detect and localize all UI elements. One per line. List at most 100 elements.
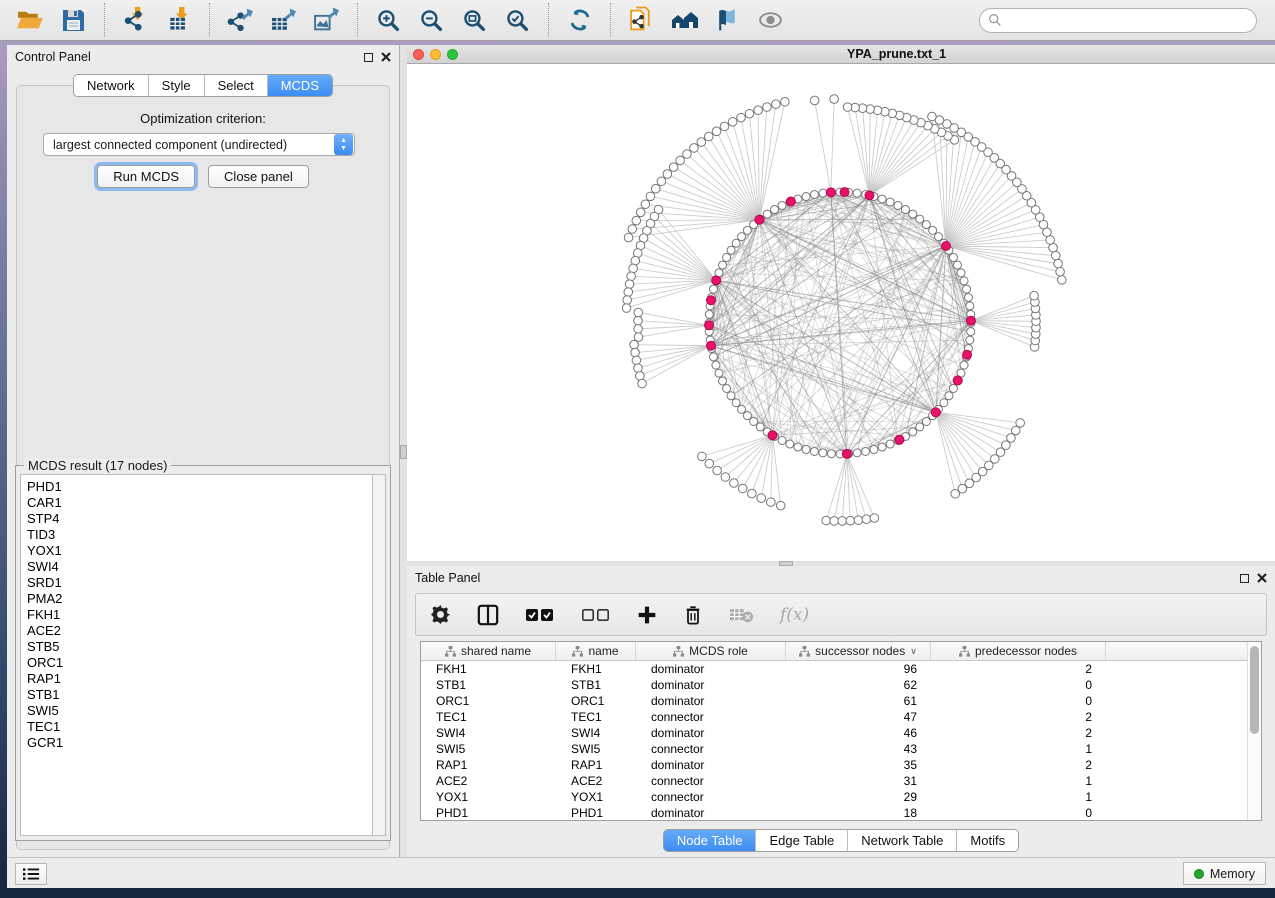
tab-edge-table[interactable]: Edge Table — [755, 830, 847, 851]
graph-node[interactable] — [941, 242, 950, 251]
graph-node[interactable] — [909, 428, 917, 436]
graph-node[interactable] — [631, 348, 640, 357]
graph-node[interactable] — [778, 436, 786, 444]
graph-node[interactable] — [819, 449, 827, 457]
mcds-result-node[interactable]: CAR1 — [27, 495, 372, 511]
cell-shared-name[interactable]: FKH1 — [421, 662, 556, 676]
cell-successor-nodes[interactable]: 31 — [786, 774, 931, 788]
graph-node[interactable] — [862, 515, 871, 524]
graph-node[interactable] — [853, 449, 861, 457]
cell-successor-nodes[interactable]: 46 — [786, 726, 931, 740]
graph-node[interactable] — [886, 440, 894, 448]
graph-node[interactable] — [802, 446, 810, 454]
delete-table-icon[interactable] — [729, 606, 754, 624]
show-panels-menu-button[interactable] — [15, 863, 47, 885]
graph-node[interactable] — [827, 450, 835, 458]
graph-node[interactable] — [622, 304, 631, 313]
graph-node[interactable] — [1016, 419, 1025, 428]
tab-node-table[interactable]: Node Table — [664, 830, 756, 851]
table-row[interactable]: PHD1PHD1dominator180 — [421, 805, 1247, 820]
tab-select[interactable]: Select — [204, 75, 267, 96]
table-row[interactable]: SWI4SWI4dominator462 — [421, 725, 1247, 741]
graph-node[interactable] — [771, 206, 779, 214]
cell-predecessor-nodes[interactable]: 1 — [931, 774, 1106, 788]
deselect-all-icon[interactable] — [581, 607, 611, 623]
graph-node[interactable] — [750, 417, 758, 425]
graph-node[interactable] — [641, 200, 650, 209]
graph-node[interactable] — [683, 150, 692, 159]
mcds-result-node[interactable]: STP4 — [27, 511, 372, 527]
graph-node[interactable] — [624, 233, 633, 242]
graph-node[interactable] — [630, 340, 639, 349]
graph-node[interactable] — [629, 264, 638, 273]
close-panel-icon[interactable] — [381, 52, 391, 62]
graph-node[interactable] — [1051, 251, 1060, 260]
graph-node[interactable] — [743, 412, 751, 420]
mcds-result-node[interactable]: ACE2 — [27, 623, 372, 639]
graph-node[interactable] — [826, 188, 835, 197]
cell-name[interactable]: ACE2 — [556, 774, 636, 788]
network-graph-canvas[interactable] — [407, 64, 1275, 561]
graph-node[interactable] — [964, 293, 972, 301]
cell-name[interactable]: FKH1 — [556, 662, 636, 676]
graph-node[interactable] — [1054, 259, 1063, 268]
graph-node[interactable] — [732, 399, 740, 407]
open-folder-icon[interactable] — [9, 3, 52, 37]
zoom-fit-icon[interactable] — [453, 3, 496, 37]
table-row[interactable]: ACE2ACE2connector311 — [421, 773, 1247, 789]
cell-MCDS-role[interactable]: connector — [636, 742, 786, 756]
cell-predecessor-nodes[interactable]: 0 — [931, 806, 1106, 820]
mcds-result-list[interactable]: PHD1CAR1STP4TID3YOX1SWI4SRD1PMA2FKH1ACE2… — [20, 474, 372, 836]
node-table[interactable]: shared namenameMCDS rolesuccessor nodes∨… — [420, 641, 1262, 821]
graph-node[interactable] — [966, 316, 975, 325]
graph-node[interactable] — [967, 328, 975, 336]
home-icon[interactable] — [663, 3, 706, 37]
graph-node[interactable] — [909, 210, 917, 218]
table-row[interactable]: TEC1TEC1connector472 — [421, 709, 1247, 725]
graph-node[interactable] — [838, 517, 847, 526]
cell-predecessor-nodes[interactable]: 1 — [931, 790, 1106, 804]
column-header-shared-name[interactable]: shared name — [421, 642, 556, 660]
graph-node[interactable] — [712, 361, 720, 369]
graph-node[interactable] — [854, 516, 863, 525]
graph-node[interactable] — [945, 392, 953, 400]
cell-successor-nodes[interactable]: 96 — [786, 662, 931, 676]
import-table-icon[interactable] — [157, 3, 200, 37]
cell-shared-name[interactable]: ORC1 — [421, 694, 556, 708]
graph-node[interactable] — [719, 261, 727, 269]
graph-node[interactable] — [757, 494, 766, 503]
graph-node[interactable] — [922, 417, 930, 425]
graph-node[interactable] — [763, 103, 772, 112]
graph-node[interactable] — [623, 296, 632, 305]
cell-name[interactable]: TEC1 — [556, 710, 636, 724]
cell-MCDS-role[interactable]: connector — [636, 774, 786, 788]
graph-node[interactable] — [727, 246, 735, 254]
cell-name[interactable]: SWI5 — [556, 742, 636, 756]
tab-network[interactable]: Network — [74, 75, 148, 96]
graph-node[interactable] — [870, 446, 878, 454]
graph-node[interactable] — [966, 336, 974, 344]
column-header-name[interactable]: name — [556, 642, 636, 660]
mcds-result-node[interactable]: TID3 — [27, 527, 372, 543]
save-icon[interactable] — [52, 3, 95, 37]
graph-node[interactable] — [737, 113, 746, 122]
graph-node[interactable] — [756, 423, 764, 431]
mcds-result-node[interactable]: STB5 — [27, 639, 372, 655]
mcds-result-node[interactable]: SWI4 — [27, 559, 372, 575]
graph-node[interactable] — [794, 443, 802, 451]
mcds-result-node[interactable]: FKH1 — [27, 607, 372, 623]
graph-node[interactable] — [721, 473, 730, 482]
graph-node[interactable] — [842, 449, 851, 458]
cell-successor-nodes[interactable]: 61 — [786, 694, 931, 708]
graph-node[interactable] — [651, 184, 660, 193]
table-row[interactable]: FKH1FKH1dominator962 — [421, 661, 1247, 677]
cell-name[interactable]: PHD1 — [556, 806, 636, 820]
tab-motifs[interactable]: Motifs — [956, 830, 1018, 851]
cell-shared-name[interactable]: TEC1 — [421, 710, 556, 724]
export-table-icon[interactable] — [262, 3, 305, 37]
cell-successor-nodes[interactable]: 43 — [786, 742, 931, 756]
float-table-panel-icon[interactable] — [1240, 574, 1249, 583]
graph-node[interactable] — [786, 197, 795, 206]
cell-predecessor-nodes[interactable]: 2 — [931, 710, 1106, 724]
table-row[interactable]: YOX1YOX1connector291 — [421, 789, 1247, 805]
